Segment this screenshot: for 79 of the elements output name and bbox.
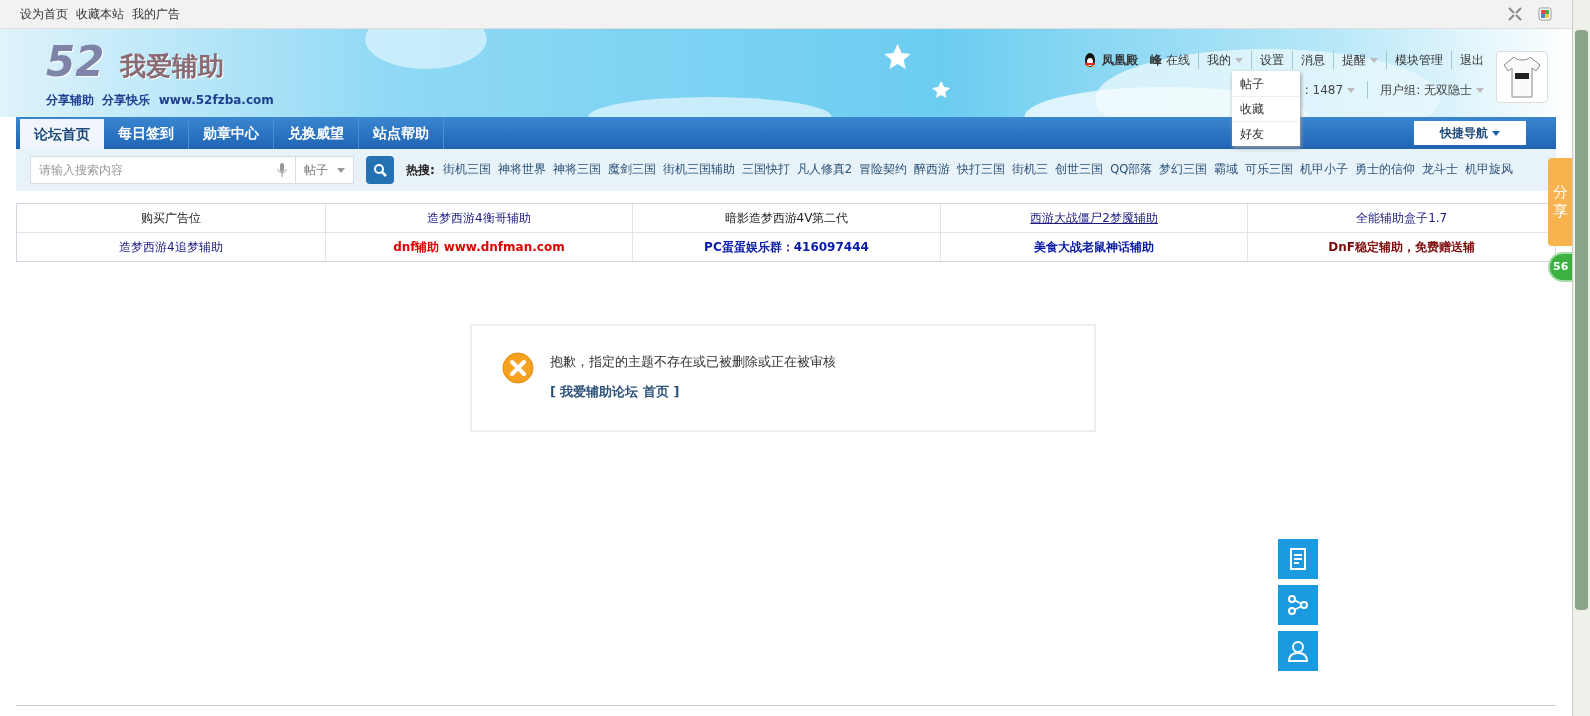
user-menu-link[interactable]: 提醒 [1333,51,1378,69]
ad-link[interactable]: 造梦西游4追梦辅助 [118,238,223,256]
ad-link[interactable]: dnf辅助 www.dnfman.com [393,238,565,256]
caret-icon [337,167,345,173]
hot-search-label: 热搜: [406,162,435,179]
ad-link[interactable]: 暗影造梦西游4V第二代 [724,209,849,227]
hot-search-link[interactable]: QQ部落 [1110,161,1153,179]
hot-search-link[interactable]: 凡人修真2 [796,161,853,179]
avatar[interactable] [1496,51,1548,103]
hot-search-link[interactable]: 醉西游 [914,161,951,179]
hot-search-link[interactable]: 街机三 [1012,161,1049,179]
caret-icon [1347,87,1356,93]
post-button[interactable] [1278,539,1318,579]
caret-icon [1370,57,1378,63]
app-icon[interactable] [1538,7,1552,21]
shirt-icon [1502,55,1542,99]
scrollbar[interactable] [1572,0,1590,716]
quick-nav-button[interactable]: 快捷导航 [1414,121,1526,145]
ad-link[interactable]: PC蛋蛋娱乐群：416097444 [704,238,869,256]
caret-icon [1492,130,1500,136]
user-menu-link[interactable]: 退出 [1451,51,1484,69]
hot-search-link[interactable]: 龙斗士 [1422,161,1459,179]
user-menu-link[interactable]: 设置 [1251,51,1284,69]
logo-slogan: 分享辅助 分享快乐 www.52fzba.com [46,92,274,109]
search-button[interactable] [366,156,394,184]
share-button[interactable] [1278,585,1318,625]
user-menu-link[interactable]: 消息 [1292,51,1325,69]
ad-link[interactable]: DnF稳定辅助，免费赠送辅 [1328,238,1476,256]
error-message: 抱歉，指定的主题不存在或已被删除或正在被审核 [550,353,836,371]
hot-search-link[interactable]: 机甲小子 [1300,161,1349,179]
user-menu-link[interactable]: 模块管理 [1386,51,1443,69]
ad-link[interactable]: 西游大战僵尸2梦魇辅助 [1030,209,1158,227]
user-menu-link[interactable]: 我的 [1198,51,1243,69]
hot-search-link[interactable]: 魔剑三国 [607,161,656,179]
ad-link[interactable]: 造梦西游4衡哥辅助 [427,209,531,227]
search-icon [373,163,387,177]
username-link[interactable]: 凤凰殿 [1102,51,1138,69]
hot-search-link[interactable]: 街机三国 [442,161,491,179]
hot-search-link[interactable]: 神将三国 [552,161,601,179]
top-link[interactable]: 设为首页 [20,5,68,23]
nav-tab[interactable]: 论坛首页 [20,119,104,149]
scope-select[interactable]: 帖子 [295,157,353,183]
hot-search-link[interactable]: 可乐三国 [1245,161,1294,179]
dropdown-item[interactable]: 帖子 [1232,71,1300,96]
hot-search-link[interactable]: 冒险契约 [859,161,908,179]
hot-search-link[interactable]: 快打三国 [957,161,1006,179]
ad-link[interactable]: 美食大战老鼠神话辅助 [1034,238,1155,256]
online-mark: 峰 [1150,52,1162,69]
contact-button[interactable] [1278,631,1318,671]
ad-link[interactable]: 购买广告位 [140,209,201,227]
hot-search-link[interactable]: 勇士的信仰 [1355,161,1416,179]
logo-number: 52 [46,41,105,83]
ad-link[interactable]: 全能辅助盒子1.7 [1356,209,1448,227]
share-icon [1287,594,1309,616]
user-icon [1287,640,1309,662]
hot-search-link[interactable]: 创世三国 [1055,161,1104,179]
caret-icon [1235,57,1243,63]
dropdown-item[interactable]: 好友 [1232,121,1300,146]
hot-search-link[interactable]: 霸域 [1214,161,1239,179]
collapse-icon[interactable] [1508,7,1522,21]
top-link[interactable]: 我的广告 [132,5,180,23]
hot-search-link[interactable]: 机甲旋风 [1465,161,1514,179]
logo-title: 我爱辅助 [120,53,225,83]
top-link[interactable]: 收藏本站 [76,5,124,23]
microphone-icon[interactable] [277,163,287,177]
search-field[interactable]: 请输入搜索内容 帖子 [30,156,354,184]
dropdown-item[interactable]: 收藏 [1232,96,1300,121]
user-stat[interactable]: 用户组: 无双隐士 [1367,81,1484,99]
hot-search-link[interactable]: 街机三国辅助 [662,161,735,179]
penguin-icon [1082,52,1098,68]
online-status: 在线 [1166,52,1190,69]
caret-icon [1476,87,1484,93]
hot-search-link[interactable]: 三国快打 [741,161,790,179]
user-stat[interactable]: : 1487 [1304,81,1356,99]
document-icon [1288,548,1308,570]
hot-search-link[interactable]: 梦幻三国 [1159,161,1208,179]
hot-search-link[interactable]: 神将世界 [497,161,546,179]
error-icon [502,352,534,384]
home-link[interactable]: [ 我爱辅助论坛 首页 ] [550,381,836,401]
